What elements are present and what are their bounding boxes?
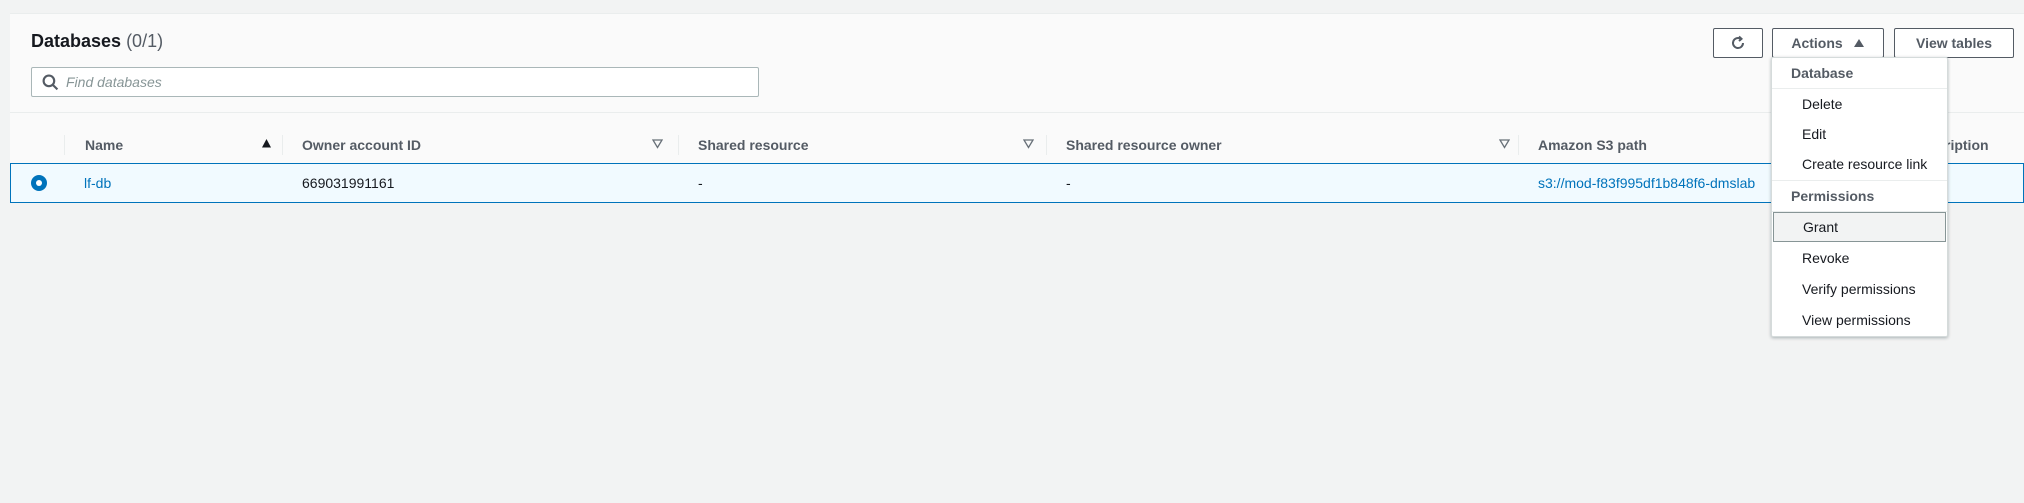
column-separator xyxy=(678,135,679,155)
column-label: Name xyxy=(85,136,124,153)
column-label: Amazon S3 path xyxy=(1538,136,1647,153)
table-row[interactable]: lf-db 669031991161 - - s3://mod-f83f995d… xyxy=(10,163,2024,203)
search-input[interactable] xyxy=(66,68,746,96)
sort-ascending-icon xyxy=(262,139,271,148)
column-separator xyxy=(1046,135,1047,155)
refresh-button[interactable] xyxy=(1713,28,1763,58)
column-label: Owner account ID xyxy=(302,136,422,153)
sort-unsorted-icon xyxy=(1499,139,1510,149)
row-radio-selected[interactable] xyxy=(31,175,47,191)
menu-group-permissions: Permissions xyxy=(1791,188,1875,204)
column-separator xyxy=(1518,135,1519,155)
view-tables-button[interactable]: View tables xyxy=(1894,28,2014,58)
refresh-icon xyxy=(1732,35,1745,49)
view-tables-label: View tables xyxy=(1915,35,1992,51)
database-name-link[interactable]: lf-db xyxy=(84,164,274,202)
column-label: Shared resource xyxy=(698,136,809,153)
search-icon xyxy=(42,74,59,91)
caret-up-icon xyxy=(1853,39,1864,47)
column-label: Shared resource owner xyxy=(1066,136,1222,153)
actions-button-label: Actions xyxy=(1791,35,1843,51)
menu-item-delete[interactable]: Delete xyxy=(1772,89,1947,119)
menu-item-view-permissions[interactable]: View permissions xyxy=(1772,305,1947,335)
search-box[interactable] xyxy=(31,67,759,97)
panel-header: Databases(0/1) Actions View tables xyxy=(10,14,2024,113)
s3-path-link[interactable]: s3://mod-f83f995df1b848f6-dmslab xyxy=(1538,164,1784,202)
menu-item-verify-permissions[interactable]: Verify permissions xyxy=(1772,274,1947,304)
menu-item-grant[interactable]: Grant xyxy=(1773,212,1946,242)
page-title: Databases (0/1) xyxy=(31,31,163,52)
owner-account-id-cell: 669031991161 xyxy=(302,175,395,191)
column-label: ription xyxy=(1945,136,1989,153)
menu-item-edit[interactable]: Edit xyxy=(1772,119,1947,149)
sort-unsorted-icon xyxy=(652,139,663,149)
actions-button[interactable]: Actions xyxy=(1772,28,1884,58)
column-separator xyxy=(64,135,65,155)
menu-group-database: Database xyxy=(1791,65,1854,81)
shared-resource-cell: - xyxy=(698,175,703,191)
sort-unsorted-icon xyxy=(1023,139,1034,149)
selection-count: (0/1) xyxy=(126,31,164,51)
actions-dropdown-menu: Database Delete Edit Create resource lin… xyxy=(1771,57,1948,337)
menu-item-create-resource-link[interactable]: Create resource link xyxy=(1772,149,1947,179)
column-separator xyxy=(282,135,283,155)
databases-panel: Databases(0/1) Actions View tables xyxy=(10,13,2024,203)
page-title-text: Databases xyxy=(31,31,122,51)
menu-item-revoke[interactable]: Revoke xyxy=(1772,243,1947,273)
shared-resource-owner-cell: - xyxy=(1066,175,1071,191)
